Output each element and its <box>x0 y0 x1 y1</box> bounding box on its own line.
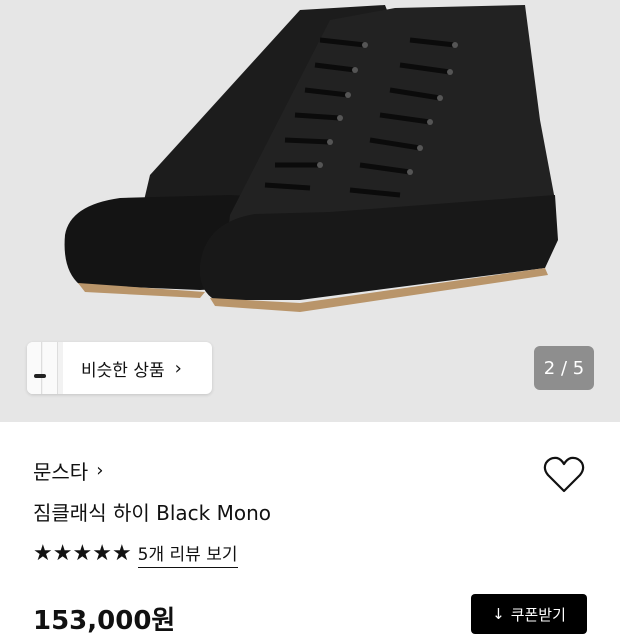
similar-products-button[interactable]: 비슷한 상품 › <box>27 342 212 394</box>
heart-icon[interactable] <box>543 455 585 495</box>
product-title: 짐클래식 하이 Black Mono <box>33 501 271 525</box>
star-icon: ★ <box>92 541 112 566</box>
rating-row[interactable]: ★ ★ ★ ★ ★ 5개 리뷰 보기 <box>33 540 238 568</box>
chevron-right-icon: › <box>174 357 182 379</box>
brand-link[interactable]: 문스타 › <box>33 456 103 485</box>
chevron-right-icon: › <box>96 460 104 481</box>
similar-product-thumbnail <box>27 342 63 394</box>
image-counter: 2 / 5 <box>534 346 594 390</box>
similar-products-label: 비슷한 상품 <box>81 360 165 381</box>
download-arrow-icon: ↓ <box>492 605 505 623</box>
product-price: 153,000원 <box>33 606 176 636</box>
coupon-button[interactable]: ↓ 쿠폰받기 <box>471 594 587 634</box>
view-reviews-link[interactable]: 5개 리뷰 보기 <box>137 540 238 568</box>
star-icon: ★ <box>72 541 93 566</box>
brand-name: 문스타 <box>33 460 89 484</box>
star-icon: ★ <box>52 541 73 566</box>
product-image-gallery[interactable]: 비슷한 상품 › 2 / 5 <box>0 0 620 422</box>
star-icon: ★ <box>33 541 53 566</box>
coupon-button-label: 쿠폰받기 <box>510 605 566 624</box>
star-icon: ★ <box>111 541 132 566</box>
rating-stars: ★ ★ ★ ★ ★ <box>33 542 132 566</box>
